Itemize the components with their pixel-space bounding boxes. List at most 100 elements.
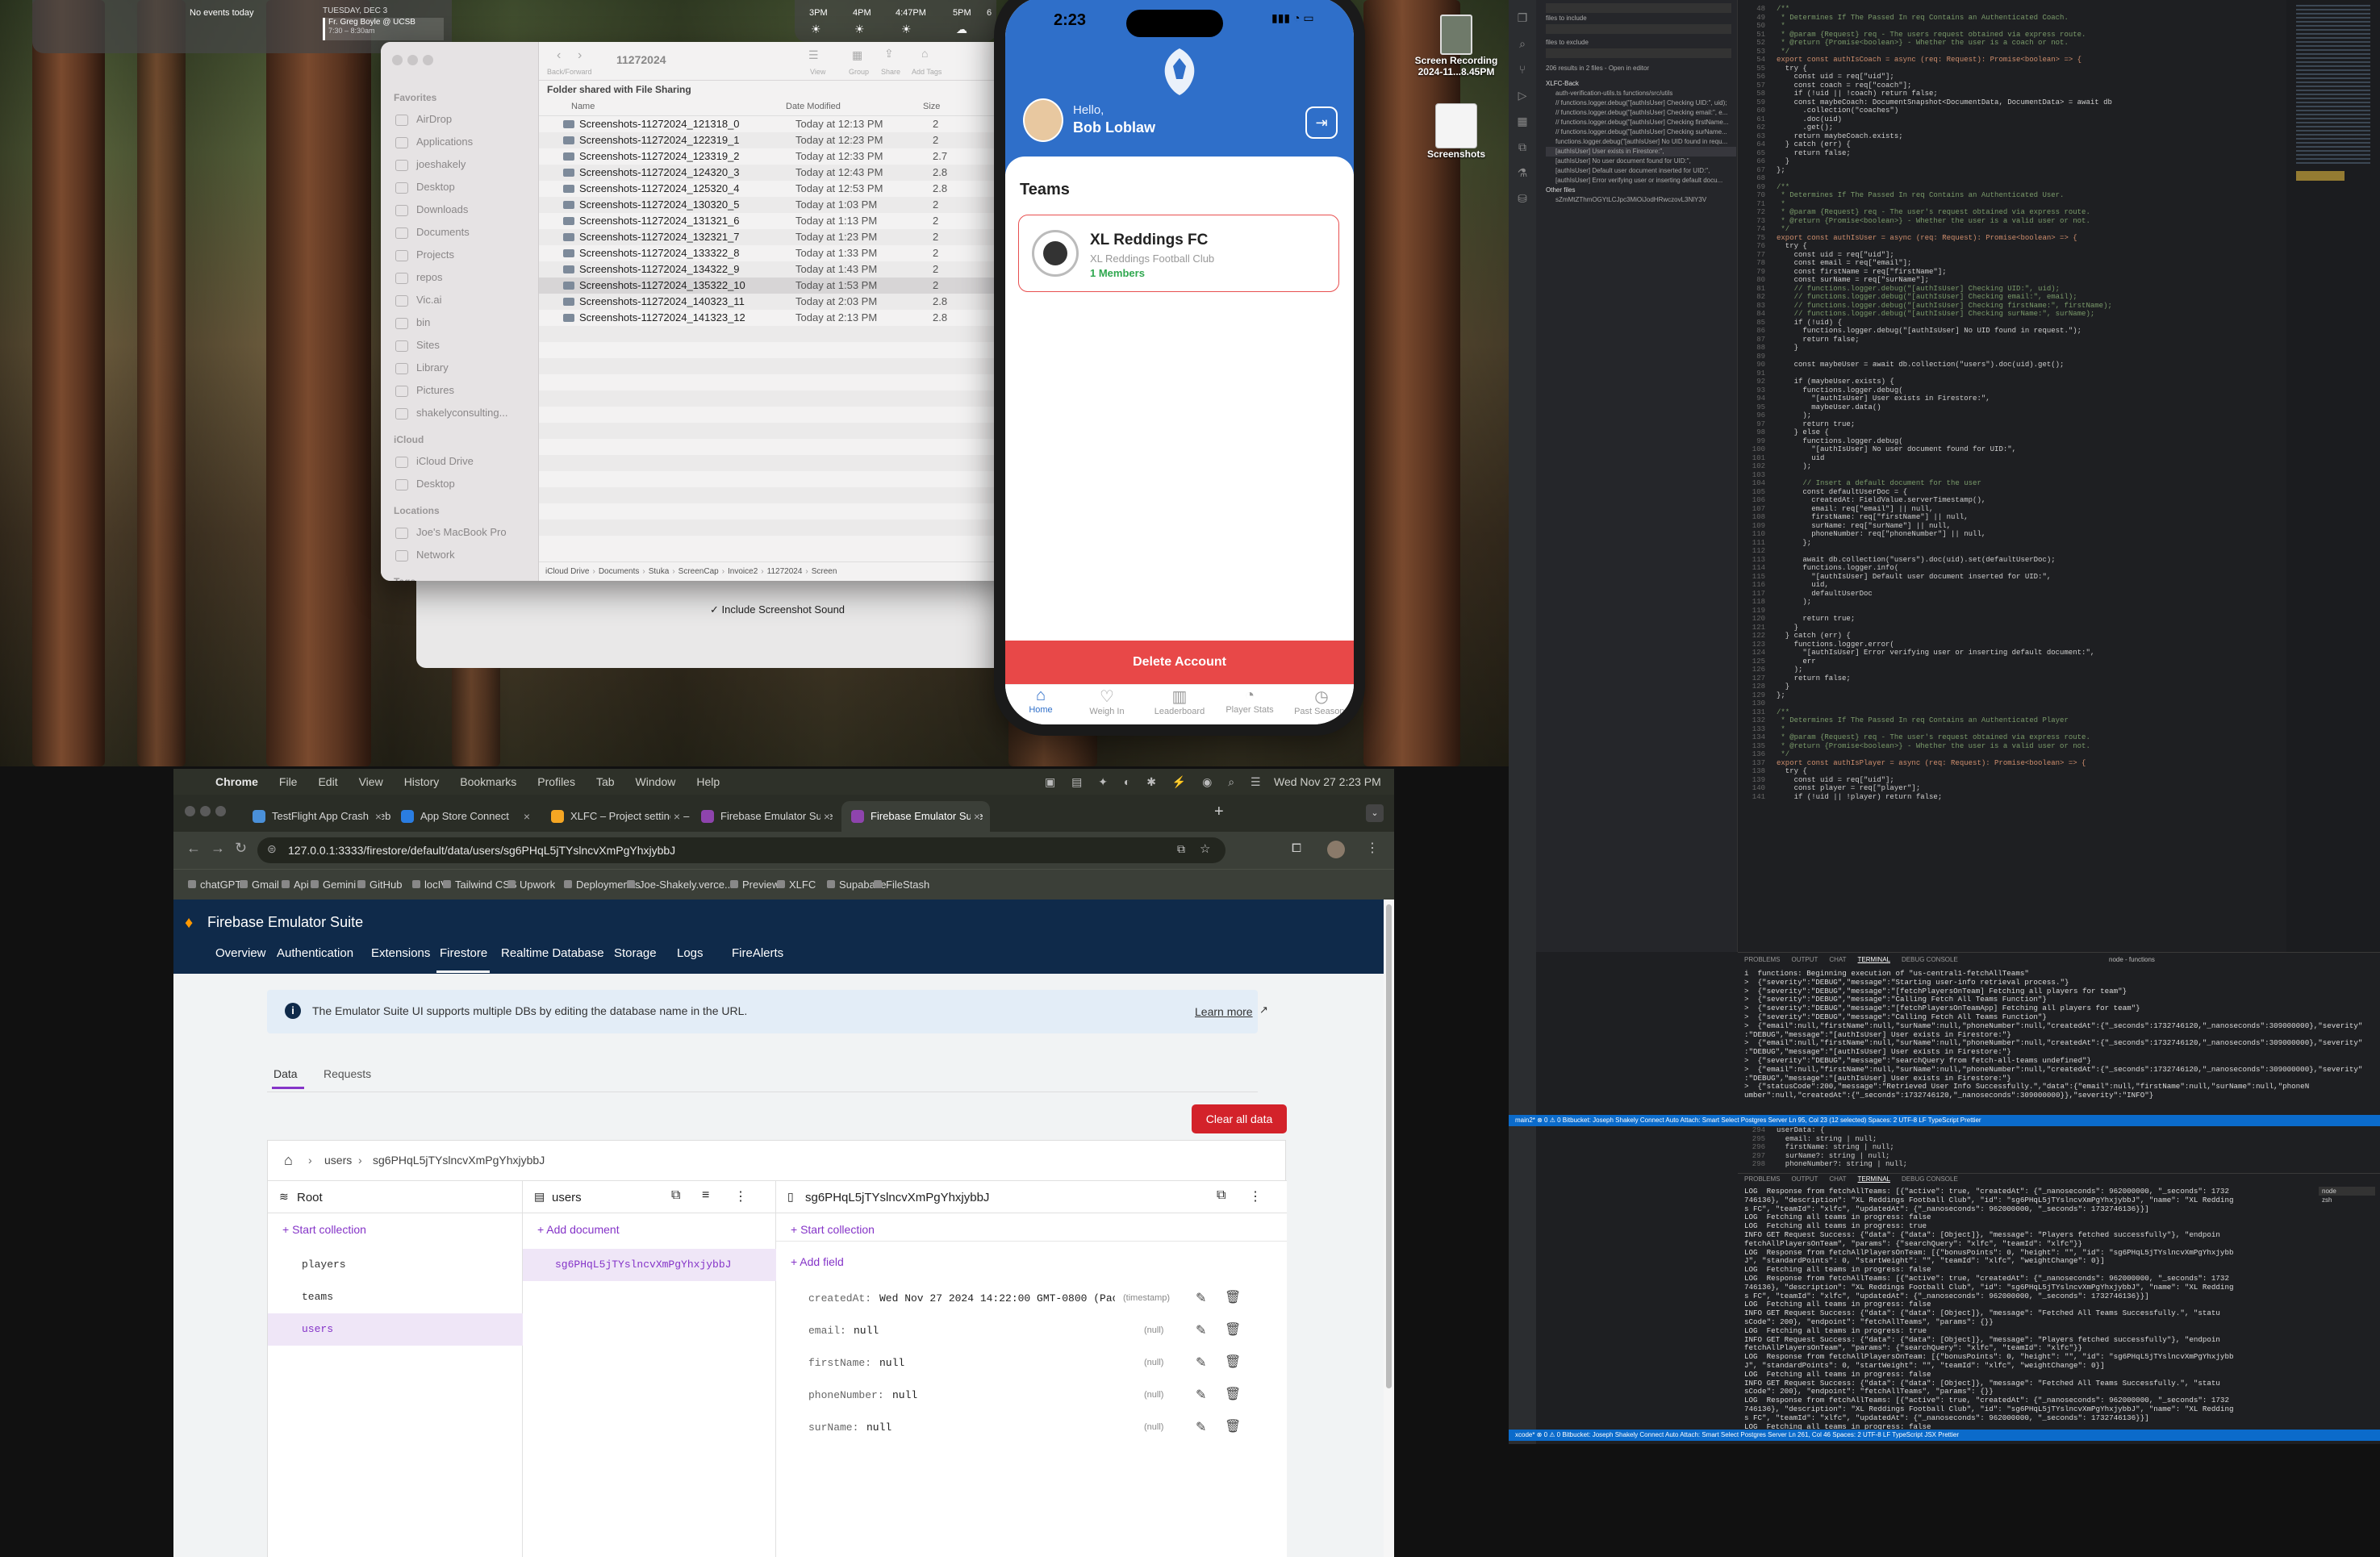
panel-tab[interactable]: CHAT <box>1829 1175 1846 1183</box>
group-icon[interactable]: ▦ <box>852 48 862 62</box>
path-item[interactable]: ScreenCap <box>679 567 719 576</box>
new-tab-button[interactable]: + <box>1214 803 1224 821</box>
tab-search-icon[interactable]: ⌄ <box>1366 804 1384 822</box>
replace-input[interactable] <box>1546 3 1731 13</box>
collection-row[interactable]: players <box>268 1249 523 1281</box>
sidebar-item[interactable]: Desktop <box>381 176 538 198</box>
run-debug-icon[interactable]: ▷ <box>1509 82 1536 108</box>
sidebar-item[interactable]: shakelyconsulting... <box>381 402 538 424</box>
site-info-icon[interactable]: ⊜ <box>267 842 277 856</box>
bookmark-star-icon[interactable]: ☆ <box>1200 841 1210 856</box>
extensions-icon[interactable]: ▦ <box>1509 108 1536 134</box>
search-result-line[interactable]: functions.logger.debug("[authIsUser] No … <box>1546 137 1736 147</box>
bookmark-item[interactable]: Gmail <box>240 870 279 900</box>
sidebar-item[interactable]: Library <box>381 357 538 379</box>
add-tags-label[interactable]: Add Tags <box>912 68 942 76</box>
extensions-icon[interactable]: ⧠ <box>1292 841 1301 855</box>
tab-leaderboard[interactable]: ▥ Leaderboard <box>1147 687 1212 716</box>
nav-tab[interactable]: Firestore <box>440 946 487 960</box>
search-result-line[interactable]: // functions.logger.debug("[authIsUser] … <box>1546 98 1736 108</box>
tab-past-seasons[interactable]: ◷ Past Seasons <box>1289 687 1354 716</box>
panel-tab[interactable]: DEBUG CONSOLE <box>1902 1175 1958 1183</box>
delete-account-button[interactable]: Delete Account <box>1005 641 1354 684</box>
panel-tab[interactable]: OUTPUT <box>1791 1175 1818 1183</box>
edit-icon[interactable]: ✎ <box>1196 1290 1206 1306</box>
menu-item[interactable]: Profiles <box>537 769 575 795</box>
search-result-line[interactable]: // functions.logger.debug("[authIsUser] … <box>1546 127 1736 137</box>
add-document-button[interactable]: + Add document <box>537 1223 620 1238</box>
tab-player-stats[interactable]: ◔ Player Stats <box>1221 687 1278 715</box>
field-row[interactable]: createdAt: Wed Nov 27 2024 14:22:00 GMT-0… <box>776 1283 1276 1315</box>
delete-icon[interactable]: 🗑 <box>1225 1321 1241 1338</box>
sidebar-item[interactable]: Applications <box>381 131 538 153</box>
bookmark-item[interactable]: chatGPT <box>188 870 241 900</box>
clear-all-data-button[interactable]: Clear all data <box>1192 1104 1287 1133</box>
close-tab-icon[interactable]: × <box>670 801 680 832</box>
profile-avatar[interactable] <box>1327 841 1345 858</box>
url-text[interactable]: 127.0.0.1:3333/firestore/default/data/us… <box>288 844 675 857</box>
source-control-icon[interactable]: ⑂ <box>1509 56 1536 82</box>
column-size[interactable]: Size <box>923 102 940 111</box>
file-row[interactable]: Screenshots-11272024_133322_8 Today at 1:… <box>539 245 1010 261</box>
path-item[interactable]: 11272024 <box>767 567 803 576</box>
more-menu-icon[interactable]: ⋮ <box>1366 840 1379 856</box>
bookmark-item[interactable]: FileStash <box>874 870 929 900</box>
forward-icon[interactable]: › <box>578 48 582 63</box>
view-label[interactable]: View <box>810 68 825 76</box>
bookmark-item[interactable]: XLFC <box>777 870 816 900</box>
sidebar-item[interactable]: Joe's MacBook Pro <box>381 521 538 544</box>
menu-item[interactable]: Window <box>636 769 676 795</box>
delete-icon[interactable]: 🗑 <box>1225 1354 1241 1370</box>
path-item[interactable]: Stuka <box>649 567 670 576</box>
bookmark-item[interactable]: Gemini <box>311 870 356 900</box>
search-result-line[interactable]: // functions.logger.debug("[authIsUser] … <box>1546 118 1736 127</box>
tab-requests[interactable]: Requests <box>324 1067 371 1080</box>
files-include-input[interactable] <box>1546 24 1731 34</box>
back-icon[interactable]: ‹ <box>557 48 561 63</box>
close-tab-icon[interactable]: × <box>371 801 382 832</box>
file-row[interactable]: Screenshots-11272024_130320_5 Today at 1:… <box>539 197 1010 213</box>
tab-weigh-in[interactable]: ♡ Weigh In <box>1083 687 1131 716</box>
close-tab-icon[interactable]: × <box>520 801 530 832</box>
sidebar-item[interactable]: Projects <box>381 244 538 266</box>
search-icon[interactable]: ⌕ <box>1509 31 1536 56</box>
search-result-line[interactable]: [authIsUser] No user document found for … <box>1546 157 1736 166</box>
file-row[interactable]: Screenshots-11272024_134322_9 Today at 1:… <box>539 261 1010 278</box>
sidebar-item[interactable]: AirDrop <box>381 108 538 131</box>
nav-tab[interactable]: FireAlerts <box>732 946 783 960</box>
search-result-line[interactable]: [authIsUser] Error verifying user or ins… <box>1546 176 1736 186</box>
nav-tab[interactable]: Authentication <box>277 946 353 960</box>
file-row[interactable]: Screenshots-11272024_125320_4 Today at 12… <box>539 181 1010 197</box>
terminal-node[interactable]: node <box>2319 1187 2375 1196</box>
desktop-folder-screenshots[interactable]: Screenshots <box>1412 103 1501 160</box>
desktop-file-screen-recording[interactable]: Screen Recording 2024-11...8.45PM <box>1404 15 1509 77</box>
home-icon[interactable]: ⌂ <box>284 1152 293 1169</box>
filter-icon[interactable]: ≡ <box>702 1188 709 1203</box>
explorer-icon[interactable]: ❐ <box>1509 5 1536 31</box>
omnibox[interactable]: ⊜ 127.0.0.1:3333/firestore/default/data/… <box>257 837 1225 863</box>
file-row[interactable]: Screenshots-11272024_123319_2 Today at 12… <box>539 148 1010 165</box>
breadcrumb-item[interactable]: users <box>324 1154 352 1167</box>
tab-data[interactable]: Data <box>273 1067 298 1080</box>
sidebar-item[interactable]: bin <box>381 311 538 334</box>
zoom-button[interactable] <box>215 806 226 816</box>
path-item[interactable]: Invoice2 <box>728 567 758 576</box>
tag-icon[interactable]: ⌂ <box>921 47 928 60</box>
path-item[interactable]: iCloud Drive <box>545 567 589 576</box>
file-row[interactable]: Screenshots-11272024_124320_3 Today at 12… <box>539 165 1010 181</box>
sidebar-item[interactable]: Downloads <box>381 198 538 221</box>
collection-row[interactable]: teams <box>268 1281 523 1313</box>
search-result-line[interactable]: // functions.logger.debug("[authIsUser] … <box>1546 108 1736 118</box>
column-date[interactable]: Date Modified <box>786 102 841 111</box>
column-name[interactable]: Name <box>571 102 595 111</box>
avatar[interactable] <box>1023 98 1063 142</box>
sidebar-item[interactable]: Sites <box>381 334 538 357</box>
menu-item[interactable]: Edit <box>318 769 337 795</box>
minimize-button[interactable] <box>200 806 211 816</box>
search-result-line[interactable]: [authIsUser] User exists in Firestore:", <box>1546 147 1736 157</box>
file-row[interactable]: Screenshots-11272024_121318_0 Today at 12… <box>539 116 1010 132</box>
search-result-line[interactable]: [authIsUser] Default user document inser… <box>1546 166 1736 176</box>
panel-tab[interactable]: PROBLEMS <box>1744 1175 1780 1183</box>
zoom-button[interactable] <box>423 55 433 65</box>
delete-icon[interactable]: 🗑 <box>1225 1386 1241 1402</box>
